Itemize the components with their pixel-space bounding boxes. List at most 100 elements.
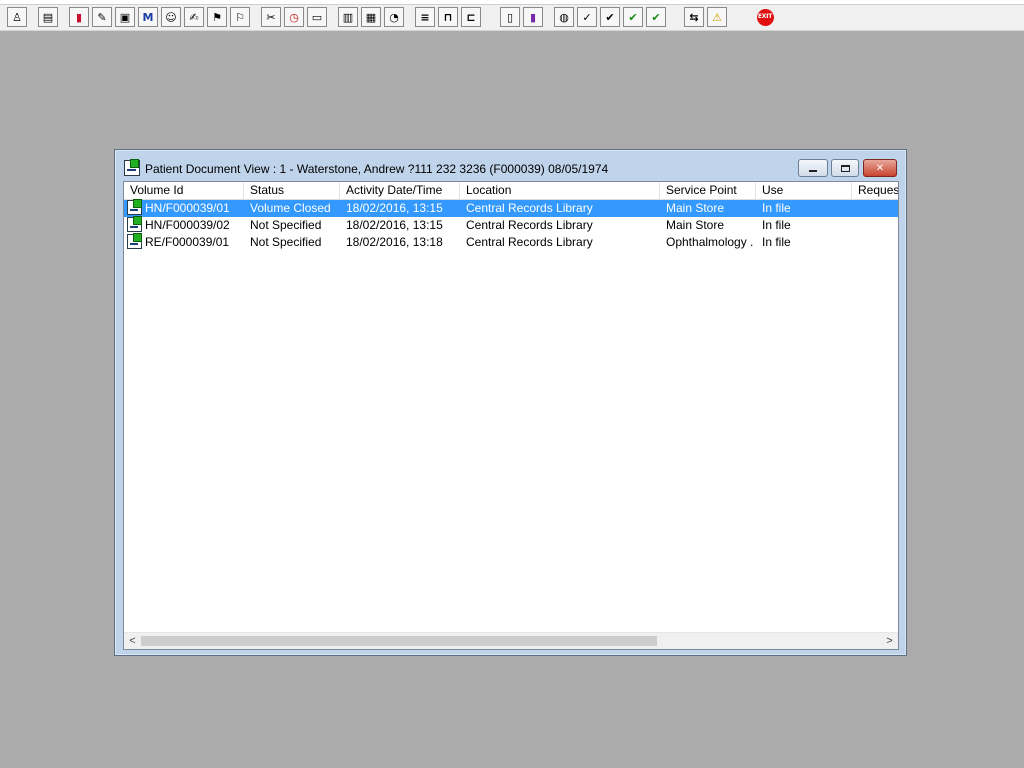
- window-titlebar[interactable]: Patient Document View : 1 - Waterstone, …: [115, 150, 906, 182]
- monitor-icon: ▣: [119, 10, 131, 24]
- flag-icon: ⚐: [235, 10, 245, 24]
- document-check-icon: ✓: [582, 10, 592, 24]
- close-icon: ✕: [875, 162, 885, 174]
- note-yellow-button[interactable]: ≡: [415, 7, 435, 27]
- patient-document-view-window: Patient Document View : 1 - Waterstone, …: [114, 149, 907, 656]
- globe-button[interactable]: ◍: [554, 7, 574, 27]
- volume-icon: [127, 199, 142, 215]
- scroll-left-icon[interactable]: <: [124, 633, 141, 649]
- bar-chart-icon: ▮: [529, 10, 537, 24]
- column-header-activity-date[interactable]: Activity Date/Time: [340, 182, 460, 199]
- column-header-status[interactable]: Status: [244, 182, 340, 199]
- globe-icon: ◍: [559, 10, 569, 24]
- clinician-button[interactable]: ☺: [161, 7, 181, 27]
- close-button[interactable]: ✕: [863, 159, 897, 177]
- printer-icon: ▤: [42, 10, 54, 24]
- table-row[interactable]: RE/F000039/01 Not Specified 18/02/2016, 13…: [124, 233, 898, 251]
- sticky-note-icon: ≡: [420, 10, 430, 24]
- column-header-request[interactable]: Request: [852, 182, 898, 199]
- cell-use: In file: [762, 201, 791, 215]
- timer-button[interactable]: ◔: [384, 7, 404, 27]
- document-check-icon: ✔: [605, 10, 615, 24]
- transport-button[interactable]: ⊏: [461, 7, 481, 27]
- scrollbar-thumb[interactable]: [141, 636, 657, 646]
- document-green-icon: ✔: [651, 10, 661, 24]
- table-row[interactable]: HN/F000039/02 Not Specified 18/02/2016, 13…: [124, 216, 898, 234]
- mail-button[interactable]: M: [138, 7, 158, 27]
- document-button[interactable]: ▯: [500, 7, 520, 27]
- window-title: Patient Document View : 1 - Waterstone, …: [145, 162, 609, 176]
- card-icon: ▥: [342, 10, 354, 24]
- notepad-icon: ✍: [189, 10, 199, 24]
- flag-icon: ⚑: [212, 10, 222, 24]
- card-icon: ▦: [365, 10, 377, 24]
- column-header-service-point[interactable]: Service Point: [660, 182, 756, 199]
- scroll-right-icon[interactable]: >: [881, 633, 898, 649]
- cell-activity: 18/02/2016, 13:15: [346, 218, 443, 232]
- patient-figure-icon: ♙: [12, 10, 22, 24]
- doc-tick-button[interactable]: ✓: [577, 7, 597, 27]
- column-header-volume-id[interactable]: Volume Id: [124, 182, 244, 199]
- terminal-button[interactable]: ▭: [307, 7, 327, 27]
- document-view-icon: [124, 159, 140, 176]
- flag-a-button[interactable]: ⚑: [207, 7, 227, 27]
- exit-button[interactable]: EXIT: [755, 7, 775, 27]
- cell-request: [858, 217, 898, 234]
- volume-list-view[interactable]: Volume Id Status Activity Date/Time Loca…: [123, 181, 899, 650]
- doc-check-button[interactable]: ✔: [600, 7, 620, 27]
- stopwatch-icon: ◔: [389, 10, 399, 24]
- patient-search-button[interactable]: ♙: [7, 7, 27, 27]
- volume-icon: [127, 216, 142, 232]
- cell-request: [858, 234, 898, 251]
- flag-b-button[interactable]: ⚐: [230, 7, 250, 27]
- swap-arrows-icon: ⇆: [689, 10, 699, 24]
- letter-m-icon: M: [142, 10, 154, 24]
- book-pencil-icon: ✎: [97, 10, 107, 24]
- maximize-icon: [840, 164, 850, 172]
- maximize-button[interactable]: [831, 159, 859, 177]
- minimize-icon: [809, 170, 817, 172]
- list-header: Volume Id Status Activity Date/Time Loca…: [124, 182, 898, 200]
- warning-triangle-icon: ⚠: [712, 10, 722, 24]
- column-header-use[interactable]: Use: [756, 182, 852, 199]
- book-red-button[interactable]: ▮: [69, 7, 89, 27]
- cell-volume-id: HN/F000039/01: [145, 201, 230, 215]
- cell-volume-id: RE/F000039/01: [145, 235, 230, 249]
- volume-icon: [127, 233, 142, 249]
- menu-strip: [0, 0, 1024, 5]
- bed-button[interactable]: ⊓: [438, 7, 458, 27]
- transfer-button[interactable]: ⇆: [684, 7, 704, 27]
- clock-button[interactable]: ◷: [284, 7, 304, 27]
- tools-button[interactable]: ✂: [261, 7, 281, 27]
- cell-location: Central Records Library: [466, 201, 593, 215]
- warning-button[interactable]: ⚠: [707, 7, 727, 27]
- tools-icon: ✂: [266, 10, 276, 24]
- cell-request: [858, 200, 898, 217]
- horizontal-scrollbar[interactable]: < >: [124, 632, 898, 649]
- card-a-button[interactable]: ▥: [338, 7, 358, 27]
- cell-volume-id: HN/F000039/02: [145, 218, 230, 232]
- document-green-icon: ✔: [628, 10, 638, 24]
- cell-service-point: Main Store: [666, 201, 725, 215]
- document-icon: ▯: [506, 10, 514, 24]
- doc-green-b-button[interactable]: ✔: [646, 7, 666, 27]
- cell-location: Central Records Library: [466, 235, 593, 249]
- cell-location: Central Records Library: [466, 218, 593, 232]
- notes-button[interactable]: ✍: [184, 7, 204, 27]
- screen-view-button[interactable]: ▣: [115, 7, 135, 27]
- clock-icon: ◷: [289, 10, 299, 24]
- table-row[interactable]: HN/F000039/01 Volume Closed 18/02/2016, 13…: [124, 199, 898, 217]
- screen-icon: ▭: [311, 10, 323, 24]
- cell-activity: 18/02/2016, 13:18: [346, 235, 443, 249]
- doc-green-a-button[interactable]: ✔: [623, 7, 643, 27]
- chart-button[interactable]: ▮: [523, 7, 543, 27]
- column-header-location[interactable]: Location: [460, 182, 660, 199]
- cell-status: Volume Closed: [250, 201, 331, 215]
- minimize-button[interactable]: [798, 159, 828, 177]
- bed-icon: ⊓: [443, 10, 453, 24]
- edit-book-button[interactable]: ✎: [92, 7, 112, 27]
- card-b-button[interactable]: ▦: [361, 7, 381, 27]
- print-button[interactable]: ▤: [38, 7, 58, 27]
- cell-use: In file: [762, 235, 791, 249]
- red-book-icon: ▮: [75, 10, 83, 24]
